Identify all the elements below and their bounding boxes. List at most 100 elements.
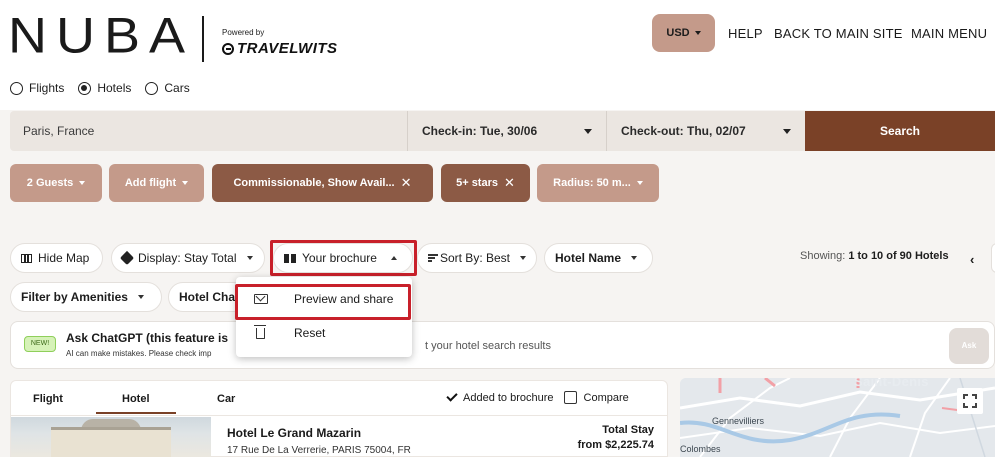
radio-cars-label: Cars [164,81,190,95]
nav-help[interactable]: HELP [728,26,763,41]
sort-dropdown[interactable]: Sort By: Best [417,243,537,273]
map-icon [21,253,32,263]
fullscreen-icon [963,403,968,408]
brochure-highlight [270,240,417,276]
radio-cars[interactable]: Cars [145,81,190,95]
radius-label: Radius: 50 m... [553,177,631,189]
preview-share-highlight [235,284,411,320]
radio-flights[interactable]: Flights [10,81,64,95]
radio-selected-icon [78,81,92,95]
active-tab-indicator [96,412,176,414]
showing-range: 1 to 10 of 90 Hotels [848,250,949,262]
search-button[interactable]: Search [805,111,995,151]
commissionable-label: Commissionable, Show Avail... [233,177,395,189]
radio-hotels[interactable]: Hotels [78,81,131,95]
ask-button[interactable]: Ask [949,328,989,364]
add-flight-chip[interactable]: Add flight [109,164,204,202]
chatgpt-disclaimer: AI can make mistakes. Please check imp [66,349,212,358]
hotel-name-dropdown[interactable]: Hotel Name [544,243,653,273]
chevron-down-icon [584,129,592,134]
stars-label: 5+ stars [456,177,498,189]
brochure-status: Added to brochure Compare [446,390,629,404]
travelwits-logo: TRAVELWITS [222,40,338,57]
checkin-label: Check-in: Tue, 30/06 [422,124,538,138]
map-label-saint-denis: Saint-Denis [854,378,929,389]
display-label: Display: Stay Total [138,251,237,265]
pagination-next-button[interactable] [991,243,995,273]
currency-dropdown[interactable]: USD [652,14,715,52]
nav-back-to-main-site[interactable]: BACK TO MAIN SITE [774,26,903,41]
chevron-down-icon [79,181,86,185]
amenities-label: Filter by Amenities [21,290,128,304]
checkout-dropdown[interactable]: Check-out: Thu, 02/07 [606,111,805,151]
compare-checkbox[interactable] [563,391,577,404]
map-panel[interactable]: Saint-Denis Gennevilliers Colombes [680,378,995,457]
chevron-down-icon [783,129,791,134]
checkmark-icon [446,390,458,402]
added-to-brochure-label: Added to brochure [463,391,554,404]
chevron-down-icon [182,181,189,185]
display-dropdown[interactable]: Display: Stay Total [111,243,265,273]
menu-item-reset[interactable]: Reset [236,317,412,349]
chatgpt-input[interactable]: t your hotel search results [421,329,941,363]
chevron-down-icon [520,256,526,260]
fullscreen-icon [972,394,977,399]
chevron-down-icon [636,181,643,185]
fullscreen-button[interactable] [957,388,983,414]
tab-car[interactable]: Car [217,393,235,405]
chevron-down-icon [137,295,144,299]
hotel-name-label: Hotel Name [555,251,622,265]
amenities-dropdown[interactable]: Filter by Amenities [10,282,162,312]
hotel-image-building [51,427,171,457]
fullscreen-icon [972,403,977,408]
nuba-logo[interactable]: NUBA [8,10,194,62]
tab-flight[interactable]: Flight [33,393,63,405]
radius-chip[interactable]: Radius: 50 m... [537,164,659,202]
checkin-dropdown[interactable]: Check-in: Tue, 30/06 [407,111,606,151]
hotel-address: 17 Rue De La Verrerie, PARIS 75004, FR [227,445,411,456]
chevron-down-icon [694,31,701,35]
map-label-colombes: Colombes [680,444,721,454]
trip-type-selector: Flights Hotels Cars [10,81,190,95]
add-flight-label: Add flight [124,177,177,189]
chevron-down-icon [631,256,638,260]
travelwits-text: TRAVELWITS [237,40,338,57]
showing-prefix: Showing: [800,250,846,262]
globe-icon [222,42,234,55]
results-panel: Flight Hotel Car Added to brochure Compa… [10,380,668,457]
search-bar: Paris, France Check-in: Tue, 30/06 Check… [10,111,995,151]
hotel-price: from $2,225.74 [577,439,654,451]
map-label-gennevilliers: Gennevilliers [712,416,765,426]
hide-map-button[interactable]: Hide Map [10,243,103,273]
results-count: Showing: 1 to 10 of 90 Hotels [800,250,949,262]
guests-chip[interactable]: 2 Guests [10,164,102,202]
commissionable-chip[interactable]: Commissionable, Show Avail... ✕ [212,164,433,202]
radio-circle-icon [145,81,159,95]
radio-flights-label: Flights [29,81,65,95]
hide-map-label: Hide Map [38,251,90,265]
close-icon[interactable]: ✕ [504,175,515,191]
tab-hotel[interactable]: Hotel [122,393,150,405]
close-icon[interactable]: ✕ [401,175,412,191]
currency-label: USD [666,27,690,39]
chatgpt-bar: NEW! Ask ChatGPT (this feature is AI can… [10,321,995,369]
stars-chip[interactable]: 5+ stars ✕ [441,164,530,202]
trash-icon [254,324,266,339]
destination-input[interactable]: Paris, France [10,111,407,151]
price-label: Total Stay [602,424,654,436]
guests-label: 2 Guests [26,177,74,189]
top-bar: NUBA Powered by TRAVELWITS USD HELP BACK… [0,0,995,110]
hotel-name[interactable]: Hotel Le Grand Mazarin [227,426,361,440]
chevron-left-icon[interactable]: ‹ [970,252,974,267]
hotel-image[interactable] [11,417,211,457]
hotel-chain-label: Hotel Cha [179,290,236,304]
chatgpt-title: Ask ChatGPT (this feature is [66,331,229,345]
powered-by-label: Powered by [222,28,265,37]
logo-divider [202,16,204,62]
sort-icon [428,254,438,262]
compare-label: Compare [583,391,629,404]
fullscreen-icon [963,394,968,399]
sort-label: Sort By: Best [439,251,510,265]
reset-label: Reset [294,326,326,340]
nav-main-menu[interactable]: MAIN MENU [911,26,987,41]
